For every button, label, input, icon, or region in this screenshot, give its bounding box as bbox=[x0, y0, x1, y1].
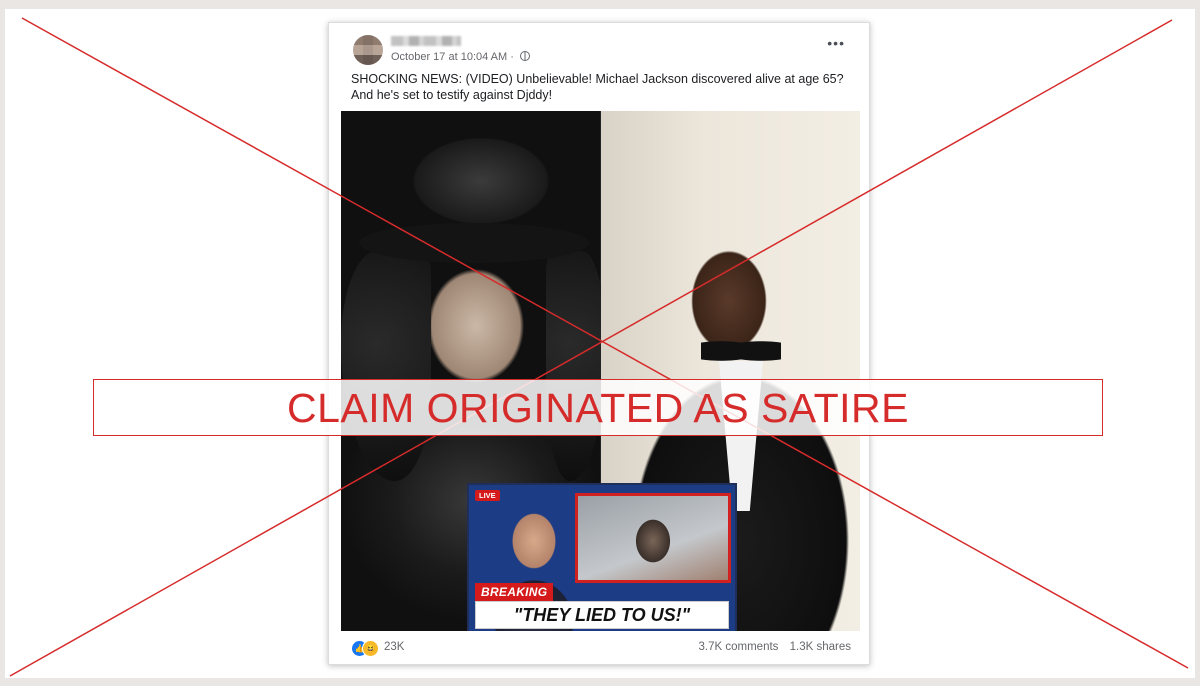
inset-photo bbox=[575, 493, 731, 583]
bowtie-shape bbox=[701, 336, 781, 366]
breaking-label: BREAKING bbox=[475, 583, 554, 601]
shares-count[interactable]: 1.3K shares bbox=[790, 641, 851, 653]
verdict-text: CLAIM ORIGINATED AS SATIRE bbox=[286, 385, 910, 431]
engagement-bar: 👍 😆 23K 3.7K comments 1.3K shares bbox=[351, 639, 851, 657]
post-timestamp[interactable]: October 17 at 10:04 AM · bbox=[391, 51, 517, 63]
post-caption: SHOCKING NEWS: (VIDEO) Unbelievable! Mic… bbox=[351, 72, 844, 102]
hair-shape bbox=[341, 251, 431, 481]
hat-brim bbox=[359, 223, 589, 263]
avatar[interactable] bbox=[353, 35, 383, 65]
reactions-count[interactable]: 23K bbox=[384, 641, 404, 653]
live-badge: LIVE bbox=[475, 490, 500, 501]
post-stats: 3.7K comments 1.3K shares bbox=[691, 641, 851, 653]
hair-shape-right bbox=[546, 251, 606, 481]
globe-icon bbox=[519, 51, 530, 61]
post-meta: October 17 at 10:04 AM · bbox=[391, 51, 530, 63]
blurred-author-name[interactable] bbox=[391, 36, 461, 46]
post-image[interactable]: LIVE BREAKING "THEY LIED TO US!" bbox=[341, 111, 860, 631]
more-options-icon[interactable]: ••• bbox=[827, 35, 845, 51]
video-thumbnail[interactable]: LIVE BREAKING "THEY LIED TO US!" bbox=[467, 483, 737, 631]
facebook-post-card: October 17 at 10:04 AM · ••• SHOCKING NE… bbox=[328, 22, 870, 665]
haha-reaction-icon[interactable]: 😆 bbox=[362, 640, 379, 657]
comments-count[interactable]: 3.7K comments bbox=[699, 641, 779, 653]
thumbnail-headline: "THEY LIED TO US!" bbox=[475, 601, 729, 629]
verdict-banner: CLAIM ORIGINATED AS SATIRE bbox=[93, 379, 1103, 436]
